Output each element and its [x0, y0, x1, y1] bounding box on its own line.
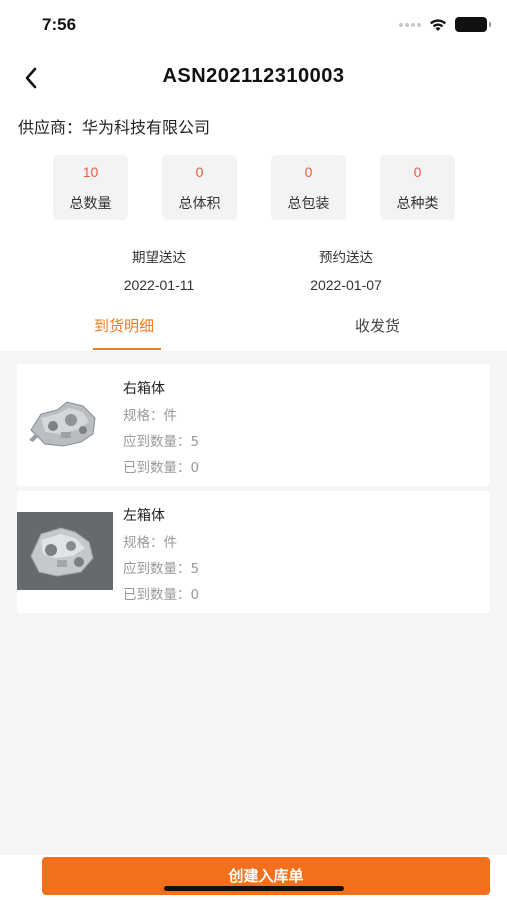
bottom-action-bar: 创建入库单 [0, 855, 507, 900]
stat-value: 10 [82, 164, 99, 180]
signal-icon [399, 22, 421, 27]
item-name: 左箱体 [123, 508, 165, 524]
list-item[interactable]: 左箱体 规格：件 应到数量：5 已到数量：0 [17, 491, 490, 613]
stat-total-packages: 0 总包装 [271, 155, 346, 220]
page-title: ASN202112310003 [162, 65, 345, 87]
nav-header: ASN202112310003 [0, 55, 507, 100]
stats-row: 10 总数量 0 总体积 0 总包装 0 总种类 [53, 155, 455, 220]
item-arrived-qty: 已到数量：0 [123, 460, 200, 476]
status-bar: 7:56 [0, 0, 507, 50]
scheduled-delivery: 预约送达 2022-01-07 [246, 246, 446, 293]
stat-label: 总种类 [396, 196, 439, 212]
list-item[interactable]: 右箱体 规格：件 应到数量：5 已到数量：0 [17, 364, 490, 486]
battery-icon [455, 17, 491, 32]
expected-delivery-value: 2022-01-11 [123, 277, 195, 293]
tab-receive-ship[interactable]: 收发货 [355, 315, 400, 336]
scheduled-delivery-label: 预约送达 [319, 250, 373, 266]
product-image [23, 384, 105, 466]
item-expected-qty: 应到数量：5 [123, 561, 200, 577]
supplier-label: 供应商：华为科技有限公司 [18, 118, 211, 137]
status-icons [399, 17, 491, 32]
tab-bar: 到货明细 收发货 [0, 305, 507, 351]
item-spec: 规格：件 [123, 535, 177, 551]
item-arrived-qty: 已到数量：0 [123, 587, 200, 603]
tab-arrival-details[interactable]: 到货明细 [94, 315, 154, 336]
item-expected-qty: 应到数量：5 [123, 434, 200, 450]
stat-label: 总数量 [69, 196, 112, 212]
expected-delivery-label: 期望送达 [132, 250, 186, 266]
scheduled-delivery-value: 2022-01-07 [310, 277, 382, 293]
stat-label: 总包装 [287, 196, 330, 212]
home-indicator [164, 886, 344, 891]
stat-total-volume: 0 总体积 [162, 155, 237, 220]
tab-active-indicator [93, 348, 161, 350]
stat-total-quantity: 10 总数量 [53, 155, 128, 220]
stat-value: 0 [413, 164, 422, 180]
wifi-icon [430, 18, 446, 31]
stat-value: 0 [304, 164, 313, 180]
stat-total-types: 0 总种类 [380, 155, 455, 220]
status-time: 7:56 [42, 15, 77, 34]
item-list: 右箱体 规格：件 应到数量：5 已到数量：0 左箱体 规格：件 应到数量：5 已… [0, 351, 507, 855]
item-name: 右箱体 [123, 381, 165, 397]
stat-value: 0 [195, 164, 204, 180]
expected-delivery: 期望送达 2022-01-11 [59, 246, 259, 293]
item-spec: 规格：件 [123, 408, 177, 424]
product-image [17, 512, 113, 590]
stat-label: 总体积 [178, 196, 221, 212]
